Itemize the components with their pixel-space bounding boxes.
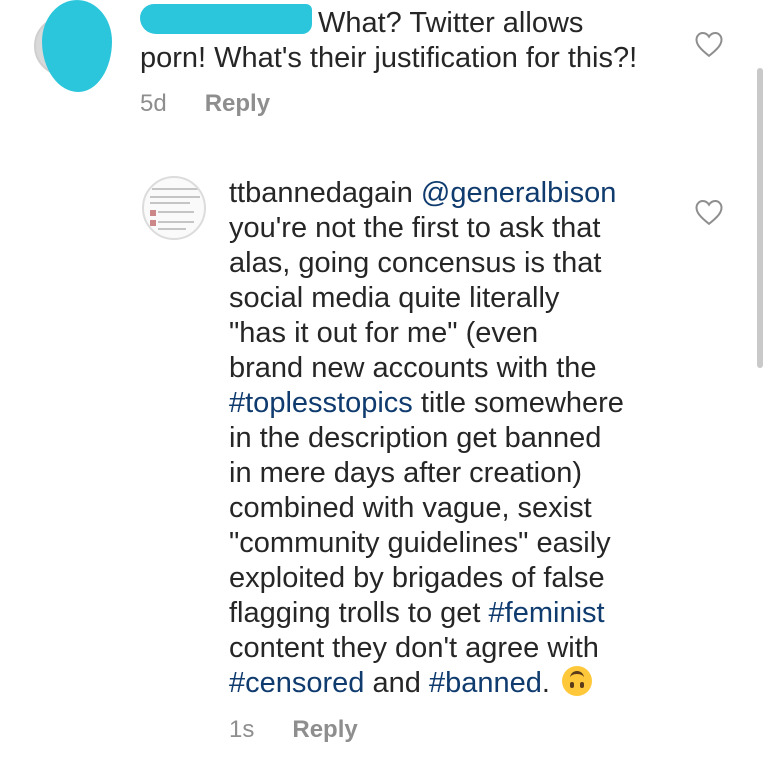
comment-body: What? Twitter allows porn! What's their … bbox=[140, 6, 700, 76]
hashtag-link[interactable]: #banned bbox=[429, 667, 542, 699]
heart-icon[interactable] bbox=[694, 30, 724, 58]
hashtag-link[interactable]: #censored bbox=[229, 667, 364, 699]
redaction-mark bbox=[42, 0, 112, 92]
comment-line: social media quite literally bbox=[229, 282, 560, 314]
comment-line: in mere days after creation) bbox=[229, 457, 582, 489]
comment-line: flagging trolls to get bbox=[229, 597, 489, 629]
timestamp: 1s bbox=[229, 716, 255, 743]
comment-line: and bbox=[364, 667, 429, 699]
comment-line: brand new accounts with the bbox=[229, 352, 597, 384]
reply-button[interactable]: Reply bbox=[292, 716, 357, 743]
hashtag-link[interactable]: #toplesstopics bbox=[229, 387, 413, 419]
upside-down-face-icon bbox=[561, 666, 592, 696]
comment-line: alas, going concensus is that bbox=[229, 247, 602, 279]
comment-meta: 1s Reply bbox=[229, 716, 358, 744]
heart-icon[interactable] bbox=[694, 198, 724, 226]
comment-line: content they don't agree with bbox=[229, 632, 599, 664]
comment-line: . bbox=[541, 667, 550, 699]
avatar[interactable] bbox=[142, 176, 206, 240]
comment-line: porn! What's their justification for thi… bbox=[140, 42, 638, 74]
mention-link[interactable]: @generalbison bbox=[421, 177, 617, 209]
hashtag-link[interactable]: #feminist bbox=[489, 597, 605, 629]
comment-line: What? Twitter allows bbox=[318, 7, 584, 39]
comment-line: you're not the first to ask that bbox=[229, 212, 601, 244]
comment-line: title somewhere bbox=[412, 387, 624, 419]
timestamp: 5d bbox=[140, 90, 167, 117]
reply-button[interactable]: Reply bbox=[205, 90, 270, 117]
comment-body: ttbannedagain @generalbison you're not t… bbox=[229, 176, 689, 701]
scrollbar[interactable] bbox=[757, 68, 763, 368]
username-link[interactable]: ttbannedagain bbox=[229, 177, 413, 209]
comment-meta: 5d Reply bbox=[140, 90, 270, 118]
comment-line: combined with vague, sexist bbox=[229, 492, 592, 524]
comment-line: exploited by brigades of false bbox=[229, 562, 605, 594]
comment-line: "community guidelines" easily bbox=[229, 527, 611, 559]
comment-line: in the description get banned bbox=[229, 422, 602, 454]
comment-line: "has it out for me" (even bbox=[229, 317, 539, 349]
